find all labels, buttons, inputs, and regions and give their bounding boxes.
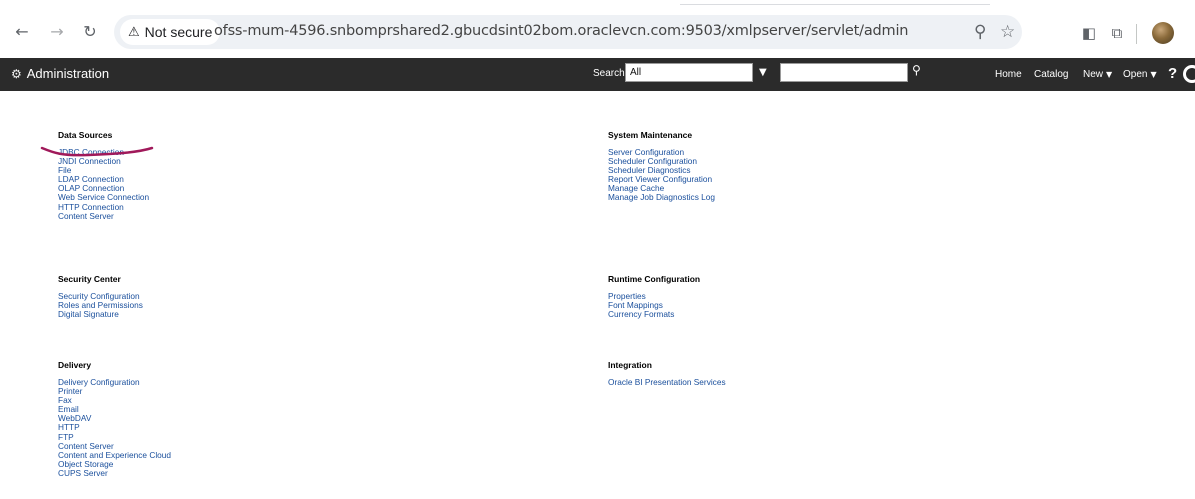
link-delivery-configuration[interactable]: Delivery Configuration [58,377,358,387]
address-bar[interactable]: ⚠ Not secure ofss-mum-4596.snbomprshared… [114,15,1022,49]
section-link-list: Security Configuration Roles and Permissi… [58,291,358,319]
link-oracle-bi-presentation-services[interactable]: Oracle BI Presentation Services [608,377,908,387]
section-title: Delivery [58,360,92,370]
section-delivery: Delivery Delivery Configuration Printer Fa… [58,360,358,478]
nav-open-label: Open [1123,69,1148,80]
security-chip[interactable]: ⚠ Not secure [120,19,221,45]
administration-icon: ⚙ [11,66,22,81]
extension-icon[interactable]: ◧ [1080,24,1098,42]
section-link-list: Oracle BI Presentation Services [608,377,908,387]
toolbar-divider [1136,24,1137,44]
link-content-server[interactable]: Content Server [58,211,358,221]
profile-avatar[interactable] [1152,22,1174,44]
user-menu-icon[interactable] [1183,65,1195,83]
search-scope-select[interactable]: All [625,63,753,82]
search-input[interactable] [780,63,908,82]
tab-strip-edge [680,0,990,5]
reload-icon[interactable]: ↻ [80,22,100,42]
app-header: ⚙ Administration Search All ▼ ⚲ Home Cat… [0,58,1195,91]
link-digital-signature[interactable]: Digital Signature [58,310,358,319]
url-text[interactable]: ofss-mum-4596.snbomprshared2.gbucdsint02… [214,23,908,39]
section-link-list: JDBC Connection JNDI Connection File LDAP C… [58,147,358,221]
section-runtime-configuration: Runtime Configuration Properties Font Map… [608,274,908,319]
section-security-center: Security Center Security Configuration Ro… [58,274,358,319]
section-title: Runtime Configuration [608,274,701,284]
section-title: System Maintenance [608,130,693,140]
new-dropdown-icon: ▼ [1106,70,1113,79]
open-dropdown-icon: ▼ [1150,70,1157,79]
section-data-sources: Data Sources JDBC Connection JNDI Connect… [58,130,358,221]
search-icon[interactable]: ⚲ [912,63,921,77]
section-link-list: Delivery Configuration Printer Fax Email Web… [58,377,358,478]
nav-catalog[interactable]: Catalog [1034,69,1068,80]
help-icon[interactable]: ? [1168,65,1177,82]
section-link-list: Server Configuration Scheduler Configurat… [608,147,908,203]
page-title: ⚙ Administration [11,66,109,81]
link-currency-formats[interactable]: Currency Formats [608,310,908,319]
forward-icon[interactable]: → [47,22,67,42]
link-cups-server[interactable]: CUPS Server [58,468,358,478]
link-email[interactable]: Email [58,405,358,414]
nav-new-label: New [1083,69,1104,80]
section-title: Security Center [58,274,121,284]
link-jndi-connection[interactable]: JNDI Connection [58,156,358,166]
zoom-icon[interactable]: ⚲ [974,22,986,42]
link-fax[interactable]: Fax [58,396,358,405]
link-printer[interactable]: Printer [58,386,358,396]
warning-icon: ⚠ [128,24,140,40]
link-manage-job-diagnostics-log[interactable]: Manage Job Diagnostics Log [608,193,908,202]
bookmark-star-icon[interactable]: ☆ [1000,22,1015,42]
section-integration: Integration Oracle BI Presentation Servi… [608,360,908,387]
browser-toolbar: ← → ↻ ⚠ Not secure ofss-mum-4596.snbompr… [0,0,1195,58]
search-label: Search [593,68,625,79]
back-icon[interactable]: ← [12,22,32,42]
nav-open[interactable]: Open ▼ [1123,69,1157,80]
section-title: Integration [608,360,652,370]
link-webdav[interactable]: WebDAV [58,414,358,423]
search-scope-value: All [630,67,642,78]
extensions-puzzle-icon[interactable]: ⧉ [1108,24,1126,42]
section-system-maintenance: System Maintenance Server Configuration S… [608,130,908,203]
nav-new[interactable]: New ▼ [1083,69,1112,80]
section-title: Data Sources [58,130,113,140]
search-scope-dropdown-icon[interactable]: ▼ [759,67,767,78]
page-title-text: Administration [26,66,110,81]
section-link-list: Properties Font Mappings Currency Formats [608,291,908,319]
security-label: Not secure [144,24,213,40]
nav-home[interactable]: Home [995,69,1022,80]
link-http[interactable]: HTTP [58,423,358,432]
